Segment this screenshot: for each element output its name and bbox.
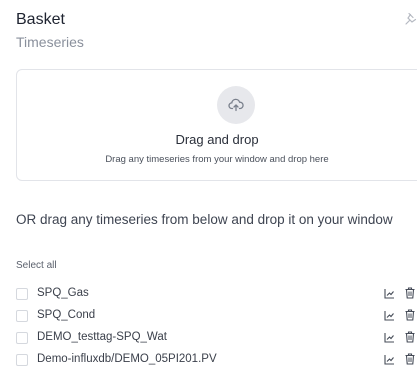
row-checkbox[interactable] <box>16 332 28 344</box>
timeseries-row: DEMO_testtag-SPQ_Wat <box>16 328 417 348</box>
row-checkbox[interactable] <box>16 288 28 300</box>
panel-title: Basket <box>16 11 65 28</box>
line-chart-icon[interactable] <box>384 354 395 365</box>
timeseries-row: Demo-influxdb/DEMO_05PI201.PV <box>16 350 417 370</box>
row-checkbox[interactable] <box>16 354 28 366</box>
timeseries-row: SPQ_Cond <box>16 306 417 326</box>
row-checkbox[interactable] <box>16 310 28 322</box>
line-chart-icon[interactable] <box>384 310 395 321</box>
trash-icon[interactable] <box>405 353 415 365</box>
trash-icon[interactable] <box>405 309 415 321</box>
pin-icon[interactable] <box>404 12 417 26</box>
timeseries-label: Demo-influxdb/DEMO_05PI201.PV <box>37 353 217 365</box>
panel-subtitle: Timeseries <box>16 34 84 50</box>
line-chart-icon[interactable] <box>384 332 395 343</box>
trash-icon[interactable] <box>405 331 415 343</box>
line-chart-icon[interactable] <box>384 288 395 299</box>
drop-zone[interactable]: Drag and drop Drag any timeseries from y… <box>16 69 417 181</box>
timeseries-row: SPQ_Gas <box>16 284 417 304</box>
upload-cloud-icon <box>217 86 255 124</box>
timeseries-label: DEMO_testtag-SPQ_Wat <box>37 331 167 343</box>
timeseries-label: SPQ_Gas <box>37 287 89 299</box>
select-all-link[interactable]: Select all <box>16 260 57 271</box>
timeseries-label: SPQ_Cond <box>37 309 96 321</box>
drop-zone-title: Drag and drop <box>175 132 259 147</box>
drop-zone-subtitle: Drag any timeseries from your window and… <box>105 154 329 165</box>
trash-icon[interactable] <box>405 287 415 299</box>
drag-instruction: OR drag any timeseries from below and dr… <box>16 212 393 227</box>
